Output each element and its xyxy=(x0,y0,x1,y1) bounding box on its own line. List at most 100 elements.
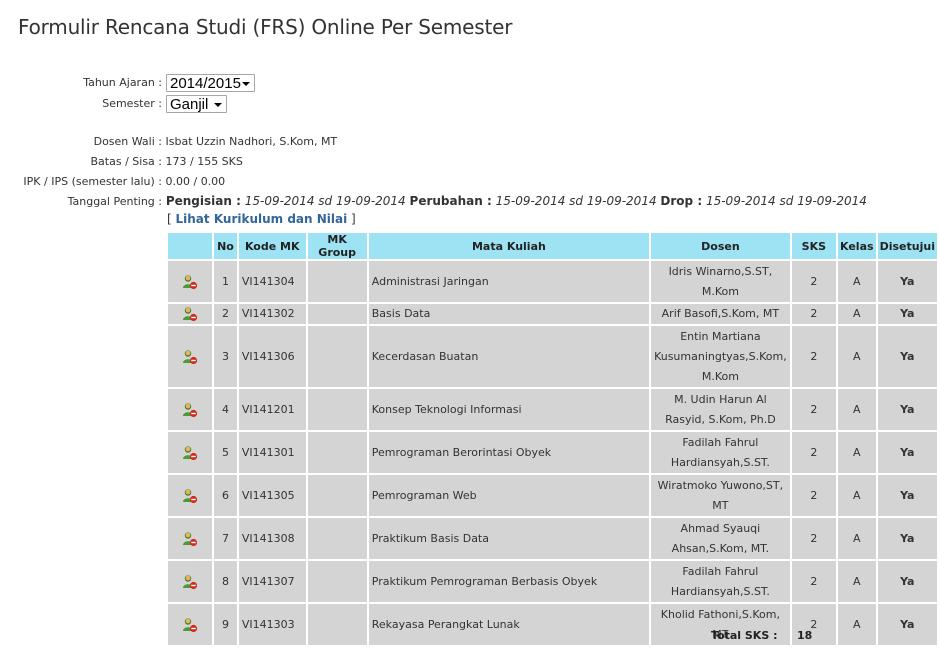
batas-sisa-label: Batas / Sisa : xyxy=(90,155,162,168)
row-dosen: Fadilah Fahrul Hardiansyah,S.ST. xyxy=(651,561,790,602)
chevron-down-icon xyxy=(242,82,250,86)
semester-label: Semester : xyxy=(102,97,162,110)
user-remove-icon[interactable] xyxy=(182,349,198,365)
row-no: 5 xyxy=(214,432,237,473)
row-kode-mk: VI141306 xyxy=(238,326,306,387)
row-kelas: A xyxy=(838,304,876,324)
row-mk-group xyxy=(307,561,367,602)
tanggal-penting-row: Tanggal Penting : Pengisian : 15-09-2014… xyxy=(0,192,867,210)
batas-sisa-row: Batas / Sisa : 173 / 155 SKS xyxy=(0,153,243,171)
row-mata-kuliah: Praktikum Pemrograman Berbasis Obyek xyxy=(368,561,650,602)
row-kelas: A xyxy=(838,389,876,430)
dosen-wali-value: Isbat Uzzin Nadhori, S.Kom, MT xyxy=(165,135,338,148)
table-row: 9 VI141303 Rekayasa Perangkat Lunak Kholid … xyxy=(168,604,937,645)
tanggal-penting-label: Tanggal Penting : xyxy=(67,195,162,208)
chevron-down-icon xyxy=(214,103,222,107)
row-dosen: M. Udin Harun Al Rasyid, S.Kom, Ph.D xyxy=(651,389,790,430)
row-kode-mk: VI141304 xyxy=(238,261,306,302)
table-row: 6 VI141305 Pemrograman Web Wiratmoko Yuwono… xyxy=(168,475,937,516)
table-row: 2 VI141302 Basis Data Arif Basofi,S.Kom, MT… xyxy=(168,304,937,324)
user-remove-icon[interactable] xyxy=(182,531,198,547)
kurikulum-link[interactable]: Lihat Kurikulum dan Nilai xyxy=(176,212,348,226)
row-mata-kuliah: Basis Data xyxy=(368,304,650,324)
row-mata-kuliah: Praktikum Basis Data xyxy=(368,518,650,559)
header-kode-mk: Kode MK xyxy=(238,233,306,259)
drop-course-cell[interactable] xyxy=(168,475,213,516)
table-row: 1 VI141304 Administrasi Jaringan Idris Wina… xyxy=(168,261,937,302)
row-kode-mk: VI141308 xyxy=(238,518,306,559)
perubahan-value: 15-09-2014 sd 19-09-2014 xyxy=(495,194,657,208)
row-kelas: A xyxy=(838,561,876,602)
drop-course-cell[interactable] xyxy=(168,389,213,430)
ipk-ips-label: IPK / IPS (semester lalu) : xyxy=(23,175,162,188)
row-disetujui: Ya xyxy=(877,561,937,602)
drop-course-cell[interactable] xyxy=(168,326,213,387)
user-remove-icon[interactable] xyxy=(182,274,198,290)
drop-course-cell[interactable] xyxy=(168,432,213,473)
row-kode-mk: VI141302 xyxy=(238,304,306,324)
row-mk-group xyxy=(307,261,367,302)
row-kelas: A xyxy=(838,326,876,387)
frs-table: No Kode MK MK Group Mata Kuliah Dosen SK… xyxy=(166,231,939,647)
drop-course-cell[interactable] xyxy=(168,261,213,302)
row-mata-kuliah: Rekayasa Perangkat Lunak xyxy=(368,604,650,645)
drop-course-cell[interactable] xyxy=(168,304,213,324)
pengisian-label: Pengisian : xyxy=(165,194,241,208)
row-kelas: A xyxy=(838,518,876,559)
kurikulum-link-wrapper: [ Lihat Kurikulum dan Nilai ] xyxy=(167,212,356,226)
row-dosen: Ahmad Syauqi Ahsan,S.Kom, MT. xyxy=(651,518,790,559)
row-disetujui: Ya xyxy=(877,304,937,324)
row-no: 2 xyxy=(214,304,237,324)
drop-course-cell[interactable] xyxy=(168,518,213,559)
batas-sisa-value: 173 / 155 SKS xyxy=(165,155,243,168)
row-disetujui: Ya xyxy=(877,389,937,430)
row-sks: 2 xyxy=(791,432,837,473)
user-remove-icon[interactable] xyxy=(182,306,198,322)
dosen-wali-label: Dosen Wali : xyxy=(93,135,162,148)
row-mk-group xyxy=(307,326,367,387)
row-dosen: Fadilah Fahrul Hardiansyah,S.ST. xyxy=(651,432,790,473)
row-kelas: A xyxy=(838,432,876,473)
total-sks-value: 18 xyxy=(797,629,813,642)
header-sks: SKS xyxy=(791,233,837,259)
row-sks: 2 xyxy=(791,475,837,516)
row-mk-group xyxy=(307,432,367,473)
drop-value: 15-09-2014 sd 19-09-2014 xyxy=(705,194,867,208)
header-kelas: Kelas xyxy=(838,233,876,259)
header-mk-group: MK Group xyxy=(307,233,367,259)
row-mk-group xyxy=(307,518,367,559)
drop-course-cell[interactable] xyxy=(168,604,213,645)
row-no: 3 xyxy=(214,326,237,387)
tahun-ajaran-row: Tahun Ajaran : 2014/2015 xyxy=(0,73,260,93)
user-remove-icon[interactable] xyxy=(182,445,198,461)
row-sks: 2 xyxy=(791,326,837,387)
table-row: 3 VI141306 Kecerdasan Buatan Entin Martiana… xyxy=(168,326,937,387)
row-no: 8 xyxy=(214,561,237,602)
row-kode-mk: VI141307 xyxy=(238,561,306,602)
row-mk-group xyxy=(307,475,367,516)
row-disetujui: Ya xyxy=(877,326,937,387)
row-kode-mk: VI141301 xyxy=(238,432,306,473)
semester-select[interactable]: Ganjil xyxy=(166,95,227,113)
user-remove-icon[interactable] xyxy=(182,402,198,418)
header-no: No xyxy=(214,233,237,259)
row-no: 6 xyxy=(214,475,237,516)
user-remove-icon[interactable] xyxy=(182,617,198,633)
semester-row: Semester : Ganjil xyxy=(0,94,260,114)
row-kelas: A xyxy=(838,475,876,516)
page-title: Formulir Rencana Studi (FRS) Online Per … xyxy=(18,15,513,39)
row-mata-kuliah: Kecerdasan Buatan xyxy=(368,326,650,387)
row-disetujui: Ya xyxy=(877,604,937,645)
row-dosen: Wiratmoko Yuwono,ST, MT xyxy=(651,475,790,516)
tahun-ajaran-select[interactable]: 2014/2015 xyxy=(166,74,255,92)
user-remove-icon[interactable] xyxy=(182,574,198,590)
user-remove-icon[interactable] xyxy=(182,488,198,504)
table-row: 8 VI141307 Praktikum Pemrograman Berbasis … xyxy=(168,561,937,602)
tahun-ajaran-value: 2014/2015 xyxy=(170,75,241,92)
row-sks: 2 xyxy=(791,261,837,302)
drop-course-cell[interactable] xyxy=(168,561,213,602)
row-sks: 2 xyxy=(791,389,837,430)
row-sks: 2 xyxy=(791,518,837,559)
row-kode-mk: VI141201 xyxy=(238,389,306,430)
row-mata-kuliah: Administrasi Jaringan xyxy=(368,261,650,302)
